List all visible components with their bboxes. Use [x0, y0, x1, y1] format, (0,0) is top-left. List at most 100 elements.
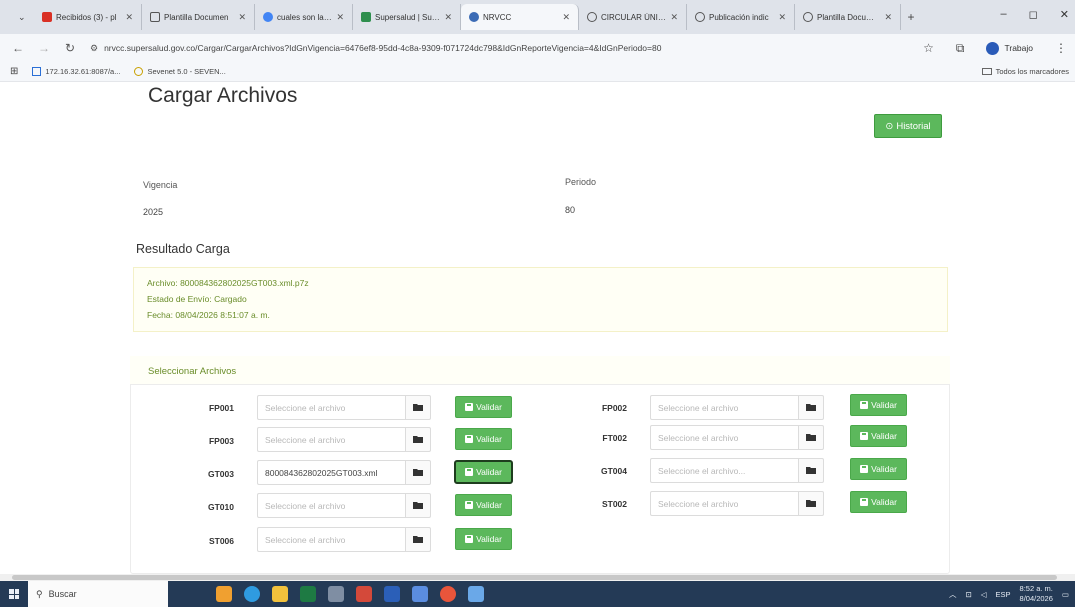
browser-tab-5[interactable]: NRVCC ✕ [461, 4, 579, 30]
extensions-icon[interactable]: ⧉ [956, 41, 965, 56]
historial-label: Historial [896, 120, 931, 132]
clock-time: 8:52 a. m. [1019, 584, 1053, 593]
browse-button-gt003[interactable] [405, 460, 431, 485]
google-icon [263, 12, 273, 22]
notifications-icon[interactable]: ▭ [1062, 590, 1069, 599]
file-input-gt004[interactable]: Seleccione el archivo... [650, 458, 798, 483]
all-bookmarks-label: Todos los marcadores [995, 67, 1069, 76]
validar-button-st006[interactable]: Validar [455, 528, 512, 550]
file-input-ft002[interactable]: Seleccione el archivo [650, 425, 798, 450]
close-tab-icon[interactable]: ✕ [125, 12, 133, 23]
scrollbar-thumb[interactable] [12, 575, 1057, 580]
browser-tab-1[interactable]: Recibidos (3) - pl ✕ [34, 4, 142, 30]
close-tab-icon[interactable]: ✕ [238, 12, 246, 23]
validar-button-fp002[interactable]: Validar [850, 394, 907, 416]
close-tab-icon[interactable]: ✕ [884, 12, 892, 23]
bookmarks-bar: ⊞ 172.16.32.61:8087/a... Sevenet 5.0 - S… [0, 62, 1075, 82]
file-input-fp003[interactable]: Seleccione el archivo [257, 427, 405, 452]
edge-icon[interactable] [244, 586, 260, 602]
validar-button-st002[interactable]: Validar [850, 491, 907, 513]
history-clock-icon: ⊙ [885, 120, 894, 132]
profile-button[interactable]: Trabajo [986, 41, 1033, 55]
historial-button[interactable]: ⊙ Historial [874, 114, 942, 138]
copilot-icon[interactable] [216, 586, 232, 602]
powerpoint-icon[interactable] [356, 586, 372, 602]
file-input-fp001[interactable]: Seleccione el archivo [257, 395, 405, 420]
close-tab-icon[interactable]: ✕ [670, 12, 678, 23]
validar-button-gt010[interactable]: Validar [455, 494, 512, 516]
save-disk-icon [465, 501, 474, 509]
validar-button-ft002[interactable]: Validar [850, 425, 907, 447]
browser-tab-3[interactable]: cuales son las tab ✕ [255, 4, 353, 30]
validar-button-fp001[interactable]: Validar [455, 396, 512, 418]
new-tab-button[interactable]: + [901, 10, 921, 24]
horizontal-scrollbar[interactable] [0, 574, 1075, 581]
url-field[interactable]: ⚙ nrvcc.supersalud.gov.co/Cargar/CargarA… [90, 43, 909, 54]
validar-button-gt004[interactable]: Validar [850, 458, 907, 480]
network-icon[interactable]: ⊡ [965, 590, 971, 599]
apps-grid-icon[interactable]: ⊞ [10, 66, 18, 77]
site-info-icon[interactable]: ⚙ [90, 43, 98, 54]
browser-tab-2[interactable]: Plantilla Documen ✕ [142, 4, 255, 30]
tab-search-icon[interactable]: ⌄ [18, 12, 34, 23]
all-bookmarks[interactable]: Todos los marcadores [981, 67, 1069, 76]
gmail-icon [42, 12, 52, 22]
validar-button-fp003[interactable]: Validar [455, 428, 512, 450]
language-indicator[interactable]: ESP [996, 590, 1011, 599]
file-code-fp003: FP003 [208, 436, 234, 446]
snipping-tool-icon[interactable] [328, 586, 344, 602]
validar-label: Validar [871, 464, 897, 474]
file-input-fp002[interactable]: Seleccione el archivo [650, 395, 798, 420]
chrome-icon[interactable] [440, 586, 456, 602]
validar-button-gt003[interactable]: Validar [454, 460, 513, 484]
browse-button-st002[interactable] [798, 491, 824, 516]
bookmark-item[interactable]: Sevenet 5.0 - SEVEN... [134, 67, 226, 76]
resultado-estado: Estado de Envío: Cargado [147, 294, 247, 304]
url-text: nrvcc.supersalud.gov.co/Cargar/CargarArc… [104, 43, 662, 53]
browse-button-ft002[interactable] [798, 425, 824, 450]
bookmark-star-icon[interactable]: ☆ [923, 41, 934, 55]
file-input-gt003[interactable]: 800084362802025GT003.xml [257, 460, 405, 485]
globe-icon [803, 12, 813, 22]
file-input-st006[interactable]: Seleccione el archivo [257, 527, 405, 552]
menu-icon[interactable]: ⋮ [1055, 41, 1067, 55]
close-window-button[interactable]: ✕ [1060, 8, 1069, 21]
browser-tab-6[interactable]: CIRCULAR ÚNICA ✕ [579, 4, 687, 30]
chevron-up-icon[interactable]: ︿ [949, 589, 957, 600]
browse-button-fp002[interactable] [798, 395, 824, 420]
tab-title: Plantilla Documen [817, 12, 881, 22]
taskbar-search[interactable]: ⚲ Buscar [28, 581, 168, 607]
close-tab-icon[interactable]: ✕ [336, 12, 344, 23]
browse-button-fp003[interactable] [405, 427, 431, 452]
reload-icon[interactable]: ↻ [64, 41, 76, 55]
back-arrow-icon[interactable]: ← [12, 41, 24, 55]
browse-button-st006[interactable] [405, 527, 431, 552]
globe-icon [150, 12, 160, 22]
clock[interactable]: 8:52 a. m. 8/04/2026 [1020, 584, 1053, 604]
browser-tab-4[interactable]: Supersalud | Supe ✕ [353, 4, 461, 30]
restore-button[interactable]: ◻ [1029, 8, 1038, 21]
minimize-button[interactable]: – [1001, 8, 1007, 21]
seleccionar-archivos-title: Seleccionar Archivos [148, 366, 237, 377]
windows-taskbar: ⚲ Buscar ︿ ⊡ ◁ ESP 8:52 a. m. 8/04/2026 … [0, 581, 1075, 607]
browse-button-gt004[interactable] [798, 458, 824, 483]
file-input-st002[interactable]: Seleccione el archivo [650, 491, 798, 516]
word-icon[interactable] [384, 586, 400, 602]
browse-button-fp001[interactable] [405, 395, 431, 420]
file-explorer-icon[interactable] [272, 586, 288, 602]
excel-icon[interactable] [300, 586, 316, 602]
file-input-gt010[interactable]: Seleccione el archivo [257, 493, 405, 518]
close-tab-icon[interactable]: ✕ [778, 12, 786, 23]
volume-icon[interactable]: ◁ [981, 590, 987, 599]
close-tab-icon[interactable]: ✕ [444, 12, 452, 23]
browser-tab-7[interactable]: Publicación indic ✕ [687, 4, 795, 30]
close-tab-icon[interactable]: ✕ [562, 12, 570, 23]
outlook-icon[interactable] [412, 586, 428, 602]
browse-button-gt010[interactable] [405, 493, 431, 518]
tab-title: Supersalud | Supe [375, 12, 441, 22]
browser-tab-8[interactable]: Plantilla Documen ✕ [795, 4, 901, 30]
start-button[interactable] [0, 581, 28, 607]
app-icon[interactable] [468, 586, 484, 602]
bookmark-item[interactable]: 172.16.32.61:8087/a... [32, 67, 120, 76]
forward-arrow-icon[interactable]: → [38, 41, 50, 55]
